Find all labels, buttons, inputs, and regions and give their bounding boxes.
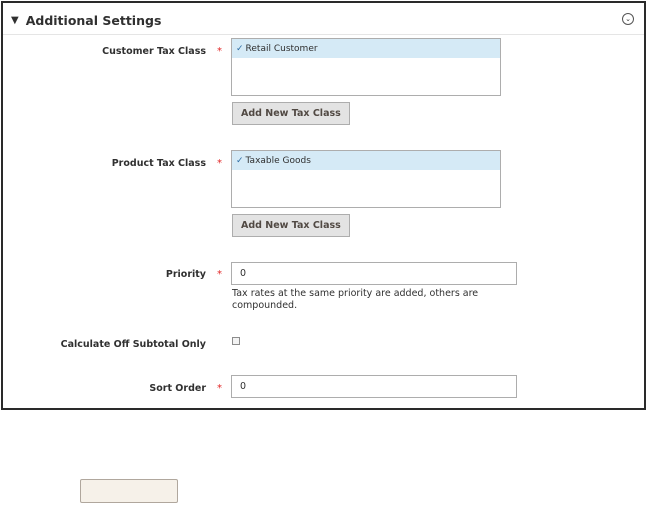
required-mark: * (217, 383, 222, 394)
product-tax-class-select[interactable]: ✓ Taxable Goods (231, 150, 501, 208)
check-icon: ✓ (236, 43, 244, 54)
priority-input[interactable]: 0 (231, 262, 517, 285)
required-mark: * (217, 158, 222, 169)
sort-order-label: Sort Order (149, 383, 206, 394)
section-title: Additional Settings (25, 12, 162, 28)
check-icon: ✓ (236, 155, 244, 166)
calculate-off-subtotal-checkbox[interactable] (232, 337, 240, 345)
product-tax-class-label: Product Tax Class (111, 158, 206, 169)
option-label: Retail Customer (245, 43, 318, 54)
section-header[interactable]: ▼ Additional Settings (11, 11, 161, 29)
priority-label: Priority (165, 269, 206, 280)
product-tax-class-option[interactable]: ✓ Taxable Goods (232, 151, 500, 170)
chevron-down-circle-icon[interactable]: ⌄ (622, 13, 634, 25)
customer-tax-class-option[interactable]: ✓ Retail Customer (232, 39, 500, 58)
additional-settings-panel: ▼ Additional Settings ⌄ Customer Tax Cla… (1, 1, 646, 410)
sort-order-input[interactable]: 0 (231, 375, 517, 398)
required-mark: * (217, 269, 222, 280)
bottom-action-button[interactable] (80, 479, 178, 503)
calculate-off-subtotal-label: Calculate Off Subtotal Only (60, 339, 206, 350)
customer-tax-class-select[interactable]: ✓ Retail Customer (231, 38, 501, 96)
customer-tax-class-label: Customer Tax Class (102, 46, 206, 57)
caret-down-icon: ▼ (11, 14, 19, 26)
add-product-tax-class-button[interactable]: Add New Tax Class (232, 214, 350, 237)
required-mark: * (217, 46, 222, 57)
option-label: Taxable Goods (245, 155, 311, 166)
header-divider (3, 34, 644, 35)
priority-note: Tax rates at the same priority are added… (232, 288, 479, 311)
add-customer-tax-class-button[interactable]: Add New Tax Class (232, 102, 350, 125)
